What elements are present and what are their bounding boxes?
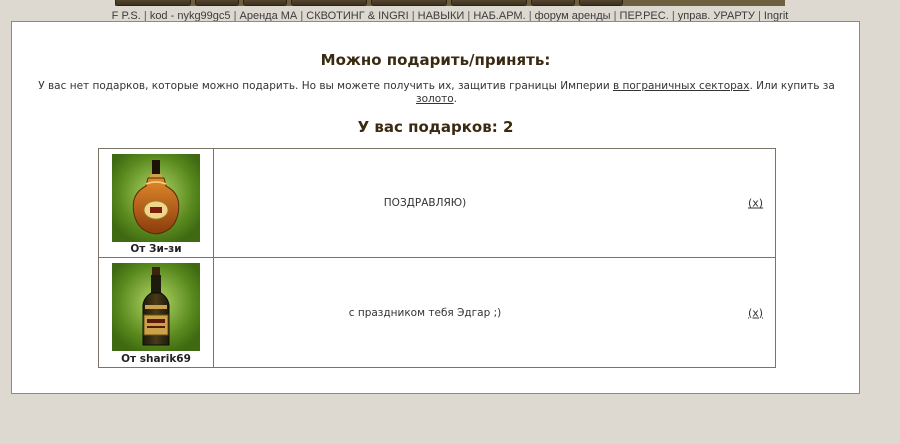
gift-image-cell: От sharik69: [99, 258, 214, 367]
nav-tab-4[interactable]: [291, 0, 367, 6]
nav-tab-6[interactable]: [451, 0, 527, 6]
nav-tab-3[interactable]: [243, 0, 287, 6]
delete-gift-button[interactable]: (x): [748, 197, 763, 210]
gift-message: с праздником тебя Эдгар ;): [348, 306, 502, 319]
gift-sender: От Зи-зи: [130, 243, 182, 255]
gifts-panel: Можно подарить/принять: У вас нет подарк…: [11, 21, 860, 394]
cognac-bottle-icon: [112, 154, 200, 242]
section-title: Можно подарить/принять:: [320, 51, 551, 69]
border-sectors-link[interactable]: в пограничных секторах: [613, 80, 749, 92]
nav-tab-1[interactable]: [115, 0, 191, 6]
gold-link[interactable]: золото: [416, 93, 454, 105]
nav-tab-7[interactable]: [531, 0, 575, 6]
gift-count-heading: У вас подарков: 2: [357, 118, 514, 136]
nav-tab-5[interactable]: [371, 0, 447, 6]
gift-table: От Зи-зи ПОЗДРАВЛЯЮ) (x) От sharik69 с п…: [98, 148, 776, 368]
gift-row: От Зи-зи ПОЗДРАВЛЯЮ) (x): [99, 149, 775, 258]
info-text: У вас нет подарков, которые можно подари…: [38, 80, 835, 105]
top-navigation-strip: [0, 0, 900, 8]
liqueur-bottle-icon: [112, 263, 200, 351]
main-nav-tabs: [115, 0, 623, 6]
gift-sender: От sharik69: [121, 353, 191, 365]
gift-message: ПОЗДРАВЛЯЮ): [383, 197, 467, 209]
nav-tab-2[interactable]: [195, 0, 239, 6]
nav-tab-8[interactable]: [579, 0, 623, 6]
gift-image-cell: От Зи-зи: [99, 149, 214, 257]
delete-gift-button[interactable]: (x): [748, 306, 763, 319]
gift-row: От sharik69 с праздником тебя Эдгар ;) (…: [99, 258, 775, 367]
